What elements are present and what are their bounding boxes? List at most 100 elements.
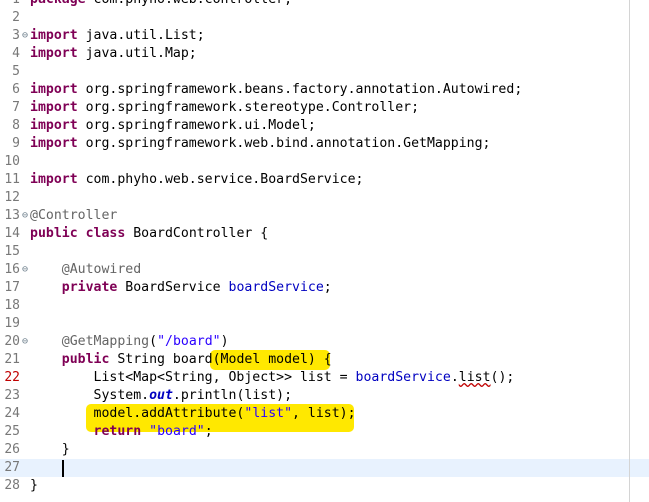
code-token: java.util.Map; (77, 46, 197, 61)
code-line[interactable]: 22 List<Map<String, Object>> list = boar… (0, 369, 649, 387)
code-text: @Autowired (30, 261, 141, 279)
code-token: List<Map<String, Object>> list = (30, 370, 356, 385)
code-text: public String board(Model model) { (30, 351, 332, 369)
code-line[interactable]: 15 (0, 243, 649, 261)
code-token: } (30, 442, 70, 457)
code-line[interactable]: 21 public String board(Model model) { (0, 351, 649, 369)
code-line[interactable]: 12 (0, 189, 649, 207)
line-number: 5 (12, 64, 20, 79)
code-token: } (30, 478, 38, 493)
code-text: @Controller (30, 207, 117, 225)
line-number: 27 (4, 460, 20, 475)
code-text: model.addAttribute("list", list); (30, 405, 356, 423)
code-text: List<Map<String, Object>> list = boardSe… (30, 369, 515, 387)
line-number: 25 (4, 424, 20, 439)
code-line[interactable]: 11 import com.phyho.web.service.BoardServ… (0, 171, 649, 189)
code-text: private BoardService boardService; (30, 279, 332, 297)
code-token: System. (30, 388, 150, 403)
code-line[interactable]: 13 ⊖ @Controller (0, 207, 649, 225)
code-line[interactable]: 10 (0, 153, 649, 171)
line-number: 8 (12, 118, 20, 133)
code-line[interactable]: 5 (0, 63, 649, 81)
line-number: 21 (4, 352, 20, 367)
code-token: public (61, 352, 110, 367)
line-number: 16 (4, 262, 20, 277)
code-line[interactable]: 23 System.out.println(list); (0, 387, 649, 405)
code-text: package com.phyho.web.controller; (30, 0, 292, 9)
code-token: ( (149, 334, 158, 349)
code-token: . (450, 370, 459, 385)
code-text: import org.springframework.web.bind.anno… (30, 135, 491, 153)
code-token: return (93, 424, 142, 439)
code-text: import java.util.List; (30, 27, 205, 45)
line-number: 3 (12, 28, 20, 43)
line-number: 22 (4, 370, 20, 385)
code-line[interactable]: 20 ⊖ @GetMapping("/board") (0, 333, 649, 351)
code-token: java.util.List; (77, 28, 205, 43)
code-line[interactable]: 25 return "board"; (0, 423, 649, 441)
code-text: public class BoardController { (30, 225, 268, 243)
code-token: ; (204, 424, 213, 439)
line-number: 1 (0, 0, 20, 9)
line-number: 13 (4, 208, 20, 223)
code-text: import org.springframework.stereotype.Co… (30, 99, 419, 117)
line-number: 15 (4, 244, 20, 259)
text-caret (62, 460, 64, 477)
fold-collapse-icon[interactable]: ⊖ (20, 27, 30, 45)
code-editor[interactable]: 1package com.phyho.web.controller;23⊖imp… (0, 0, 649, 502)
fold-collapse-icon[interactable]: ⊖ (20, 333, 30, 351)
line-number: 23 (4, 388, 20, 403)
line-number: 19 (4, 316, 20, 331)
code-text: import com.phyho.web.service.BoardServic… (30, 171, 363, 189)
line-number: 6 (12, 82, 20, 97)
line-number: 24 (4, 406, 20, 421)
code-token: public (30, 226, 78, 241)
code-line[interactable]: 3 ⊖ import java.util.List; (0, 27, 649, 45)
code-token: import (30, 118, 78, 133)
code-text: } (30, 477, 38, 495)
code-token: "board" (149, 424, 205, 439)
code-line[interactable]: 8 import org.springframework.ui.Model; (0, 117, 649, 135)
code-line[interactable]: 7 import org.springframework.stereotype.C… (0, 99, 649, 117)
code-line[interactable]: 16 ⊖ @Autowired (0, 261, 649, 279)
code-token: .println(list); (172, 388, 293, 403)
code-line[interactable]: 4 import java.util.Map; (0, 45, 649, 63)
code-token: @Autowired (61, 262, 142, 277)
code-token: "/board" (157, 334, 221, 349)
line-number: 4 (12, 46, 20, 61)
code-text: @GetMapping("/board") (30, 333, 229, 351)
code-token: import (30, 46, 78, 61)
code-token: org.springframework.beans.factory.annota… (77, 82, 523, 97)
code-line[interactable]: 26 } (0, 441, 649, 459)
code-token: @GetMapping (61, 334, 150, 349)
code-line[interactable]: 24 model.addAttribute("list", list); (0, 405, 649, 423)
code-line[interactable]: 28} (0, 477, 649, 495)
code-line[interactable]: 18 (0, 297, 649, 315)
code-line[interactable]: 17 private BoardService boardService; (0, 279, 649, 297)
code-token: model.addAttribute( (30, 406, 245, 421)
code-token: ; (323, 280, 332, 295)
code-token: org.springframework.web.bind.annotation.… (77, 136, 491, 151)
code-token: (); (490, 370, 515, 385)
code-token: "list" (244, 406, 293, 421)
line-number: 17 (4, 280, 20, 295)
code-line[interactable]: 27 (0, 459, 649, 477)
line-number: 9 (12, 136, 20, 151)
code-line[interactable]: 14 public class BoardController { (0, 225, 649, 243)
code-text: import org.springframework.beans.factory… (30, 81, 522, 99)
line-number: 18 (4, 298, 20, 313)
fold-collapse-icon[interactable]: ⊖ (20, 261, 30, 279)
code-token: String board(Model model) { (109, 352, 332, 367)
code-line[interactable]: 9 import org.springframework.web.bind.ann… (0, 135, 649, 153)
code-line[interactable]: 2 (0, 9, 649, 27)
code-line[interactable]: 1 package com.phyho.web.controller; (0, 0, 649, 9)
code-line[interactable]: 6 import org.springframework.beans.factor… (0, 81, 649, 99)
fold-collapse-icon[interactable]: ⊖ (20, 207, 30, 225)
code-line[interactable]: 19 (0, 315, 649, 333)
